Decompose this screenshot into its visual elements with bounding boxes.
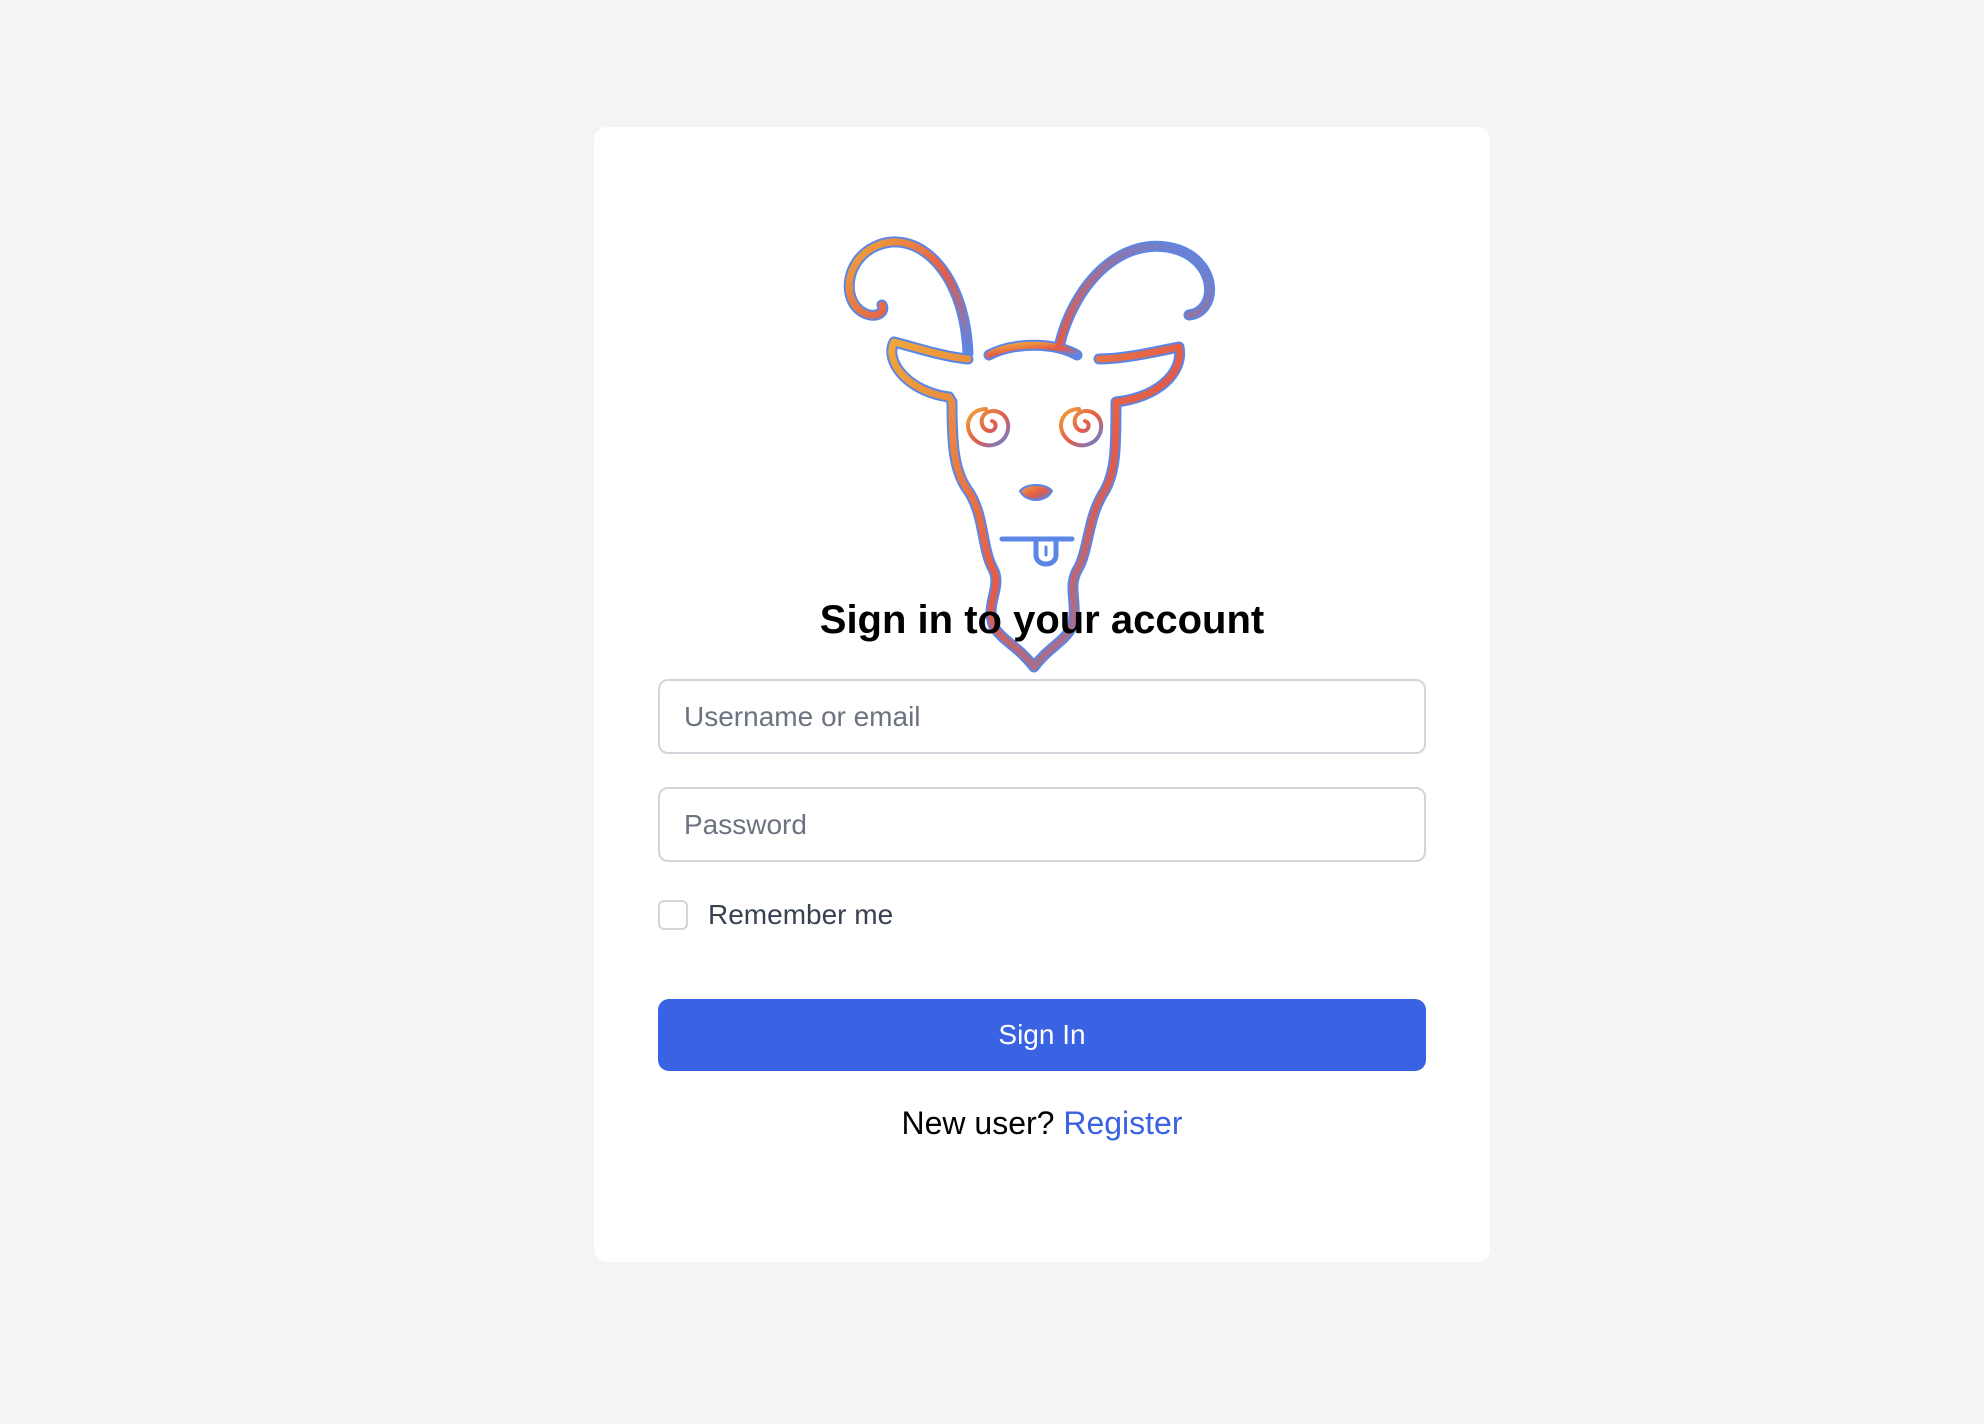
- remember-me-checkbox[interactable]: [658, 900, 688, 930]
- remember-me-row: Remember me: [658, 899, 893, 931]
- remember-me-label[interactable]: Remember me: [708, 899, 893, 931]
- register-link[interactable]: Register: [1063, 1105, 1182, 1141]
- register-prompt-text: New user?: [901, 1105, 1055, 1141]
- login-card: Sign in to your account Remember me Sign…: [594, 127, 1490, 1262]
- sign-in-button[interactable]: Sign In: [658, 999, 1426, 1071]
- username-input[interactable]: [658, 679, 1426, 754]
- password-input[interactable]: [658, 787, 1426, 862]
- page-title: Sign in to your account: [819, 598, 1265, 642]
- register-prompt: New user? Register: [594, 1105, 1490, 1142]
